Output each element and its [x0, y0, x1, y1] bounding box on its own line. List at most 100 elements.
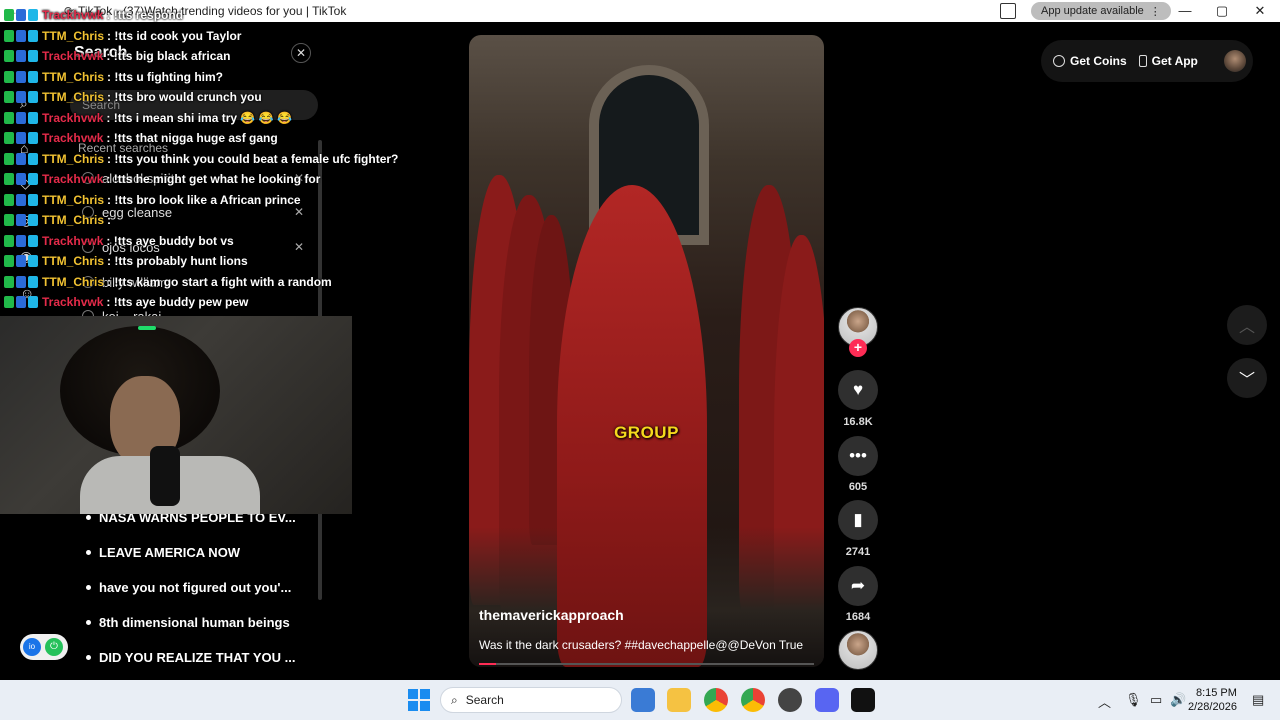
remove-recent-icon[interactable]: ✕ [294, 240, 304, 254]
share-button[interactable]: ➦ [838, 566, 878, 606]
chat-username: Trackhvwk [42, 131, 104, 145]
suggested-search-item[interactable]: 8th dimensional human beings [86, 615, 290, 630]
microphone-icon[interactable]: 🎙 [1125, 692, 1142, 708]
chat-text: : [107, 213, 112, 227]
get-app-button[interactable]: Get App [1138, 54, 1198, 68]
chat-badges [4, 132, 38, 144]
chat-badges [4, 173, 38, 185]
chat-badge-icon [4, 91, 14, 103]
chat-username: TTM_Chris [42, 213, 105, 227]
chat-badges [4, 91, 38, 103]
chat-badge-icon [16, 9, 26, 21]
next-video-button[interactable]: ﹀ [1227, 358, 1267, 398]
chat-text: : !tts respond [106, 8, 184, 22]
chat-badge-icon [28, 296, 38, 308]
chat-badge-icon [28, 91, 38, 103]
chat-username: TTM_Chris [42, 90, 105, 104]
chevron-up-icon: ︿ [1238, 319, 1255, 336]
obs-icon[interactable] [778, 688, 802, 712]
close-search-button[interactable]: ✕ [291, 43, 311, 63]
chat-badge-icon [16, 255, 26, 267]
share-icon: ➦ [850, 576, 866, 595]
chat-badge-icon [28, 50, 38, 62]
minimize-button[interactable]: — [1177, 3, 1193, 19]
chat-username: TTM_Chris [42, 274, 105, 289]
chat-badge-icon [16, 214, 26, 226]
video-author[interactable]: themaverickapproach [479, 607, 624, 623]
chat-text: : !tts aye buddy pew pew [106, 295, 249, 309]
chat-badge-icon [16, 50, 26, 62]
chat-message: Trackhvwk: !tts aye buddy pew pew [4, 293, 248, 311]
suggested-search-item[interactable]: LEAVE AMERICA NOW [86, 545, 240, 560]
overlay-toggle[interactable]: io ⏻ [20, 634, 68, 660]
like-count: 16.8K [843, 416, 873, 428]
store-icon[interactable] [631, 688, 655, 712]
chat-badge-icon [4, 214, 14, 226]
chat-badge-icon [4, 275, 14, 288]
chat-badge-icon [16, 111, 26, 124]
like-button[interactable]: ♥ [838, 370, 878, 410]
video-player[interactable]: GROUP themaverickapproach Was it the dar… [469, 35, 824, 667]
chat-badge-icon [16, 193, 26, 206]
close-window-button[interactable]: ✕ [1252, 3, 1268, 19]
chat-badge-icon [28, 275, 38, 288]
heart-icon: ♥ [852, 380, 864, 399]
power-icon: ⏻ [45, 638, 63, 656]
chat-message: TTM_Chris: !tts u fighting him? [4, 68, 223, 86]
chat-message: TTM_Chris: [4, 211, 111, 229]
chrome-icon[interactable] [704, 688, 728, 712]
chat-text: : !tts id cook you Taylor [107, 28, 242, 43]
webcam-led [138, 326, 156, 330]
taskbar-search[interactable]: ⌕ Search [440, 687, 622, 713]
follow-button[interactable]: + [849, 339, 867, 357]
save-button[interactable]: ▮ [838, 500, 878, 540]
top-right-controls: Get Coins Get App [1041, 40, 1253, 82]
maximize-button[interactable]: ▢ [1214, 3, 1230, 19]
get-coins-button[interactable]: Get Coins [1053, 54, 1127, 68]
sound-avatar[interactable] [838, 630, 878, 670]
more-menu-icon[interactable]: ⋮ [1150, 5, 1161, 18]
volume-icon[interactable]: 🔊 [1170, 692, 1186, 708]
chat-message: Trackhvwk: !tts respond [4, 6, 183, 24]
chat-badge-icon [4, 70, 14, 83]
chat-message: TTM_Chris: !tts you think you could beat… [4, 150, 398, 168]
coin-icon [1053, 55, 1065, 67]
chat-text: : !tts u fighting him? [107, 69, 223, 84]
chrome-profile-icon[interactable] [741, 688, 765, 712]
file-explorer-icon[interactable] [667, 688, 691, 712]
notifications-icon[interactable]: ▤ [1252, 692, 1264, 708]
tray-expand-icon[interactable]: ︿ [1098, 692, 1111, 711]
discord-icon[interactable] [815, 688, 839, 712]
chat-username: Trackhvwk [42, 8, 104, 22]
chat-badges [4, 214, 38, 226]
chat-text: : !tts bro look like a African prince [107, 192, 301, 207]
app-update-button[interactable]: App update available ⋮ [1031, 2, 1171, 20]
suggested-search-item[interactable]: have you not figured out you'... [86, 580, 291, 595]
comment-button[interactable]: ••• [838, 436, 878, 476]
network-icon[interactable]: ▭ [1150, 692, 1162, 708]
app-update-label: App update available [1041, 5, 1144, 17]
chat-text: : !tts he might get what he looking for [106, 172, 321, 186]
chat-badge-icon [4, 152, 14, 165]
suggested-search-item[interactable]: DID YOU REALIZE THAT YOU ... [86, 650, 295, 665]
start-button[interactable] [408, 689, 430, 711]
webcam-overlay [0, 316, 352, 514]
chat-message: Trackhvwk: !tts that nigga huge asf gang [4, 129, 278, 147]
video-progress-bar[interactable] [479, 663, 814, 665]
tiktok-icon[interactable] [851, 688, 875, 712]
chat-badge-icon [28, 70, 38, 83]
video-progress-fill [479, 663, 496, 665]
extensions-icon[interactable] [1000, 3, 1016, 19]
save-count: 2741 [845, 546, 871, 558]
chat-username: Trackhvwk [42, 172, 104, 186]
chat-text: : !tts that nigga huge asf gang [106, 131, 278, 145]
chat-badge-icon [28, 29, 38, 42]
bookmark-icon: ▮ [853, 510, 863, 529]
profile-avatar[interactable] [1223, 50, 1246, 72]
chat-username: TTM_Chris [42, 28, 105, 43]
clock[interactable]: 8:15 PM 2/28/2026 [1188, 686, 1237, 714]
chat-badges [4, 70, 38, 83]
title-bar: ← ⟳ TikTok - (37)Watch trending videos f… [0, 0, 1280, 22]
chat-text: : !tts aye buddy bot vs [106, 233, 234, 248]
previous-video-button[interactable]: ︿ [1227, 305, 1267, 345]
